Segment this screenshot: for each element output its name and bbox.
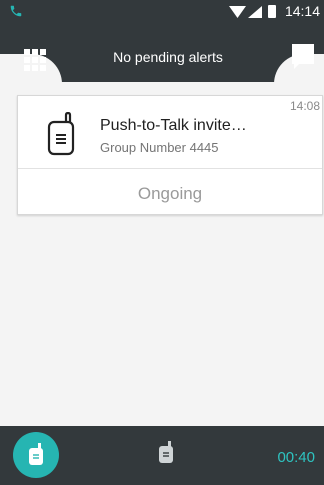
call-title: Push-to-Talk invite… <box>100 117 247 134</box>
call-subtitle: Group Number 4445 <box>100 140 219 155</box>
card-divider <box>18 168 322 169</box>
call-status: Ongoing <box>137 184 203 203</box>
battery-icon <box>268 5 276 18</box>
phone-icon <box>10 5 22 17</box>
status-bar: 14:14 <box>0 0 324 24</box>
ptt-fab-button[interactable] <box>13 432 59 478</box>
card-time: 14:08 <box>289 99 320 113</box>
wifi-icon <box>229 6 246 18</box>
header: No pending alerts <box>0 24 324 84</box>
call-timer: 00:40 <box>277 449 315 466</box>
signal-icon <box>248 6 262 18</box>
ptt-call-card[interactable]: 14:08 Push-to-Talk invite… Group Number … <box>17 95 323 215</box>
alerts-status: No pending alerts <box>113 49 223 65</box>
chat-icon[interactable] <box>292 44 314 70</box>
walkie-talkie-icon[interactable] <box>159 441 173 463</box>
walkie-talkie-icon <box>47 112 75 156</box>
status-time: 14:14 <box>284 3 320 19</box>
bottom-bar: 00:40 <box>0 426 324 485</box>
walkie-talkie-icon <box>29 443 43 465</box>
